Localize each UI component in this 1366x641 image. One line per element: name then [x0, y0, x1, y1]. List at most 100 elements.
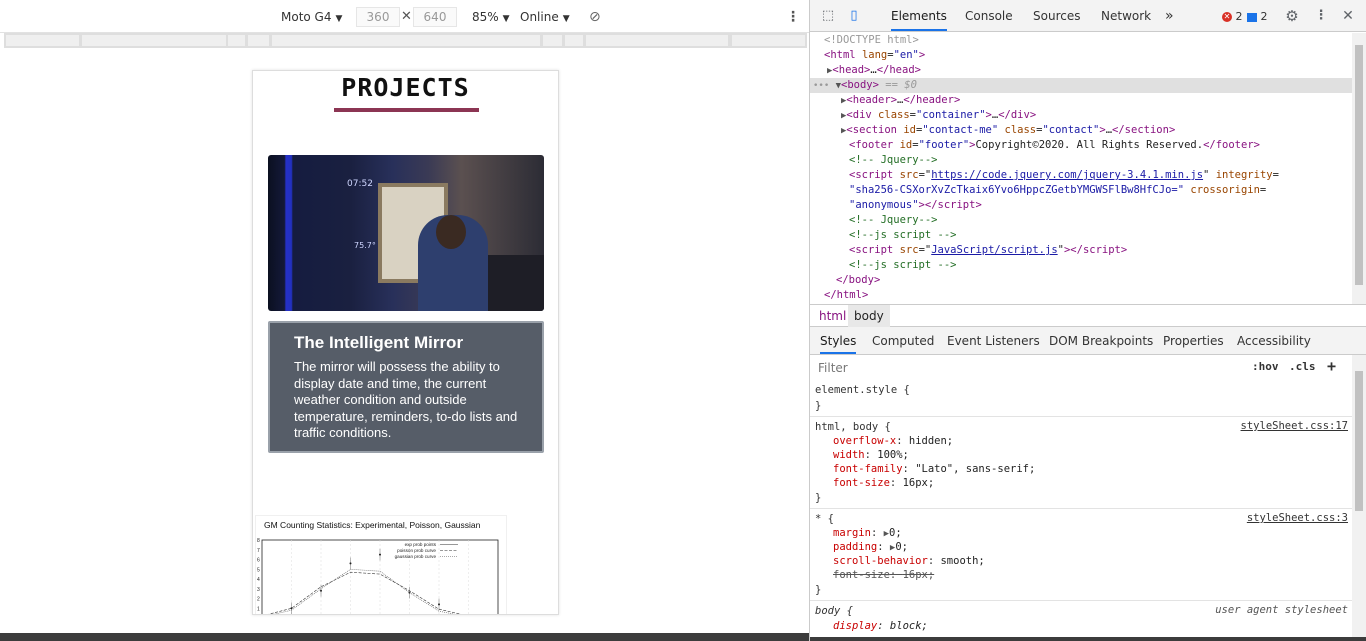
script-link[interactable]: JavaScript/script.js: [931, 244, 1057, 256]
close-icon[interactable]: ✕: [1340, 8, 1356, 24]
dom-head[interactable]: ▶<head>…</head>: [810, 63, 1352, 78]
tag-name: script: [937, 199, 976, 211]
tab-computed[interactable]: Computed: [872, 327, 934, 354]
property-value: 16px;: [902, 477, 935, 489]
more-options-icon[interactable]: ⋮: [786, 8, 800, 26]
gear-icon[interactable]: ⚙: [1284, 8, 1300, 24]
media-query-segment[interactable]: [586, 35, 728, 46]
legend-label: gaussian prob curve: [395, 554, 437, 559]
rule-selector[interactable]: * {: [815, 512, 834, 526]
comment-text: <!--js script -->: [849, 229, 957, 241]
tab-elements[interactable]: Elements: [891, 0, 947, 31]
property-name: overflow-x: [833, 435, 897, 447]
throttle-select[interactable]: Online ▼: [520, 8, 570, 26]
style-property[interactable]: display: block;: [833, 619, 928, 633]
breadcrumb-html[interactable]: html: [813, 305, 852, 327]
message-count: 2: [1260, 10, 1268, 23]
dom-script-local[interactable]: <script src="JavaScript/script.js"></scr…: [810, 243, 1352, 258]
hover-state-button[interactable]: :hov: [1252, 360, 1279, 373]
media-query-segment[interactable]: [6, 35, 79, 46]
comment-text: <!-- Jquery-->: [849, 214, 938, 226]
dom-script-jquery-cont[interactable]: "sha256-CSXorXvZcTkaix6Yvo6HppcZGetbYMGW…: [810, 183, 1352, 198]
styles-filter-input[interactable]: [814, 358, 1242, 378]
tab-properties[interactable]: Properties: [1163, 327, 1224, 354]
inspect-icon[interactable]: ⬚: [820, 8, 836, 24]
rule-selector[interactable]: element.style {: [815, 383, 910, 397]
rule-selector[interactable]: body {: [815, 604, 853, 618]
tab-styles[interactable]: Styles: [820, 327, 857, 354]
page-title: PROJECTS: [341, 73, 470, 102]
dom-comment[interactable]: <!-- Jquery-->: [810, 153, 1352, 168]
message-badge[interactable]: 2: [1247, 0, 1268, 31]
width-input[interactable]: 360: [356, 7, 400, 27]
attr-name: integrity: [1215, 169, 1273, 181]
tab-event-listeners[interactable]: Event Listeners: [947, 327, 1040, 354]
tab-dom-breakpoints[interactable]: DOM Breakpoints: [1049, 327, 1153, 354]
style-property[interactable]: scroll-behavior: smooth;: [833, 554, 985, 568]
styles-scrollbar[interactable]: [1352, 355, 1366, 637]
script-link[interactable]: https://code.jquery.com/jquery-3.4.1.min…: [931, 169, 1203, 181]
media-query-segment[interactable]: [543, 35, 562, 46]
dom-body-close[interactable]: </body>: [810, 273, 1352, 288]
media-query-segment[interactable]: [248, 35, 269, 46]
style-property[interactable]: font-size: 16px;: [833, 476, 934, 490]
rotate-icon[interactable]: ⊘: [589, 8, 601, 26]
property-value: smooth;: [940, 555, 985, 567]
media-query-segment[interactable]: [228, 35, 245, 46]
style-property[interactable]: padding: ▶0;: [833, 540, 908, 554]
device-select[interactable]: Moto G4 ▼: [281, 8, 342, 26]
device-toggle-icon[interactable]: ▯: [846, 8, 862, 24]
style-property-overridden[interactable]: font-size: 16px;: [833, 568, 934, 582]
dom-comment[interactable]: <!-- Jquery-->: [810, 213, 1352, 228]
dom-comment[interactable]: <!--js script -->: [810, 258, 1352, 273]
dom-script-jquery-end[interactable]: "anonymous"></script>: [810, 198, 1352, 213]
rule-source-link[interactable]: styleSheet.css:3: [1247, 512, 1348, 524]
dom-scrollbar[interactable]: [1352, 33, 1366, 304]
person-head-shape: [436, 215, 466, 249]
dom-comment[interactable]: <!--js script -->: [810, 228, 1352, 243]
rule-selector[interactable]: html, body {: [815, 420, 891, 434]
error-icon: ✕: [1222, 12, 1232, 22]
tab-network[interactable]: Network: [1101, 0, 1151, 31]
throttle-value: Online: [520, 10, 559, 24]
dom-html[interactable]: <html lang="en">: [810, 48, 1352, 63]
more-tabs-button[interactable]: »: [1165, 0, 1174, 31]
dom-script-jquery[interactable]: <script src="https://code.jquery.com/jqu…: [810, 168, 1352, 183]
media-query-bar[interactable]: [4, 33, 807, 48]
height-input[interactable]: 640: [413, 7, 457, 27]
class-toggle-button[interactable]: .cls: [1289, 360, 1316, 373]
message-icon: [1247, 12, 1257, 22]
dom-header[interactable]: ▶<header>…</header>: [810, 93, 1352, 108]
rule-element-style: element.style { }: [810, 381, 1352, 417]
dom-doctype[interactable]: <!DOCTYPE html>: [810, 33, 1352, 48]
style-property[interactable]: width: 100%;: [833, 448, 909, 462]
breadcrumb-body[interactable]: body: [848, 305, 890, 327]
rule-source-link[interactable]: styleSheet.css:17: [1241, 420, 1348, 432]
dimension-times-icon: ✕: [401, 9, 412, 24]
legend-label: poisson prob curve: [397, 548, 436, 553]
tab-sources[interactable]: Sources: [1033, 0, 1080, 31]
tab-console[interactable]: Console: [965, 0, 1013, 31]
media-query-segment[interactable]: [565, 35, 583, 46]
new-rule-button[interactable]: +: [1327, 357, 1336, 375]
dom-div-container[interactable]: ▶<div class="container">…</div>: [810, 108, 1352, 123]
dom-section-contact[interactable]: ▶<section id="contact-me" class="contact…: [810, 123, 1352, 138]
error-badge[interactable]: ✕ 2: [1222, 0, 1243, 31]
more-options-icon[interactable]: ⋮: [1313, 8, 1329, 24]
scrollbar-thumb[interactable]: [1355, 45, 1363, 285]
dom-html-close[interactable]: </html>: [810, 288, 1352, 303]
y-tick-label: 6: [257, 558, 260, 564]
dom-body[interactable]: ••• ▼<body> == $0: [810, 78, 1352, 93]
media-query-segment[interactable]: [82, 35, 226, 46]
emulated-page: PROJECTS 07:52 75.7° The Intelligent Mir…: [252, 70, 559, 615]
error-count: 2: [1235, 10, 1243, 23]
dom-footer[interactable]: <footer id="footer">Copyright©2020. All …: [810, 138, 1352, 153]
scrollbar-thumb[interactable]: [1355, 371, 1363, 511]
media-query-segment[interactable]: [732, 35, 805, 46]
style-property[interactable]: overflow-x: hidden;: [833, 434, 953, 448]
tab-accessibility[interactable]: Accessibility: [1237, 327, 1311, 354]
zoom-select[interactable]: 85% ▼: [472, 8, 510, 26]
style-property[interactable]: margin: ▶0;: [833, 526, 902, 540]
style-property[interactable]: font-family: "Lato", sans-serif;: [833, 462, 1035, 476]
media-query-segment[interactable]: [272, 35, 540, 46]
